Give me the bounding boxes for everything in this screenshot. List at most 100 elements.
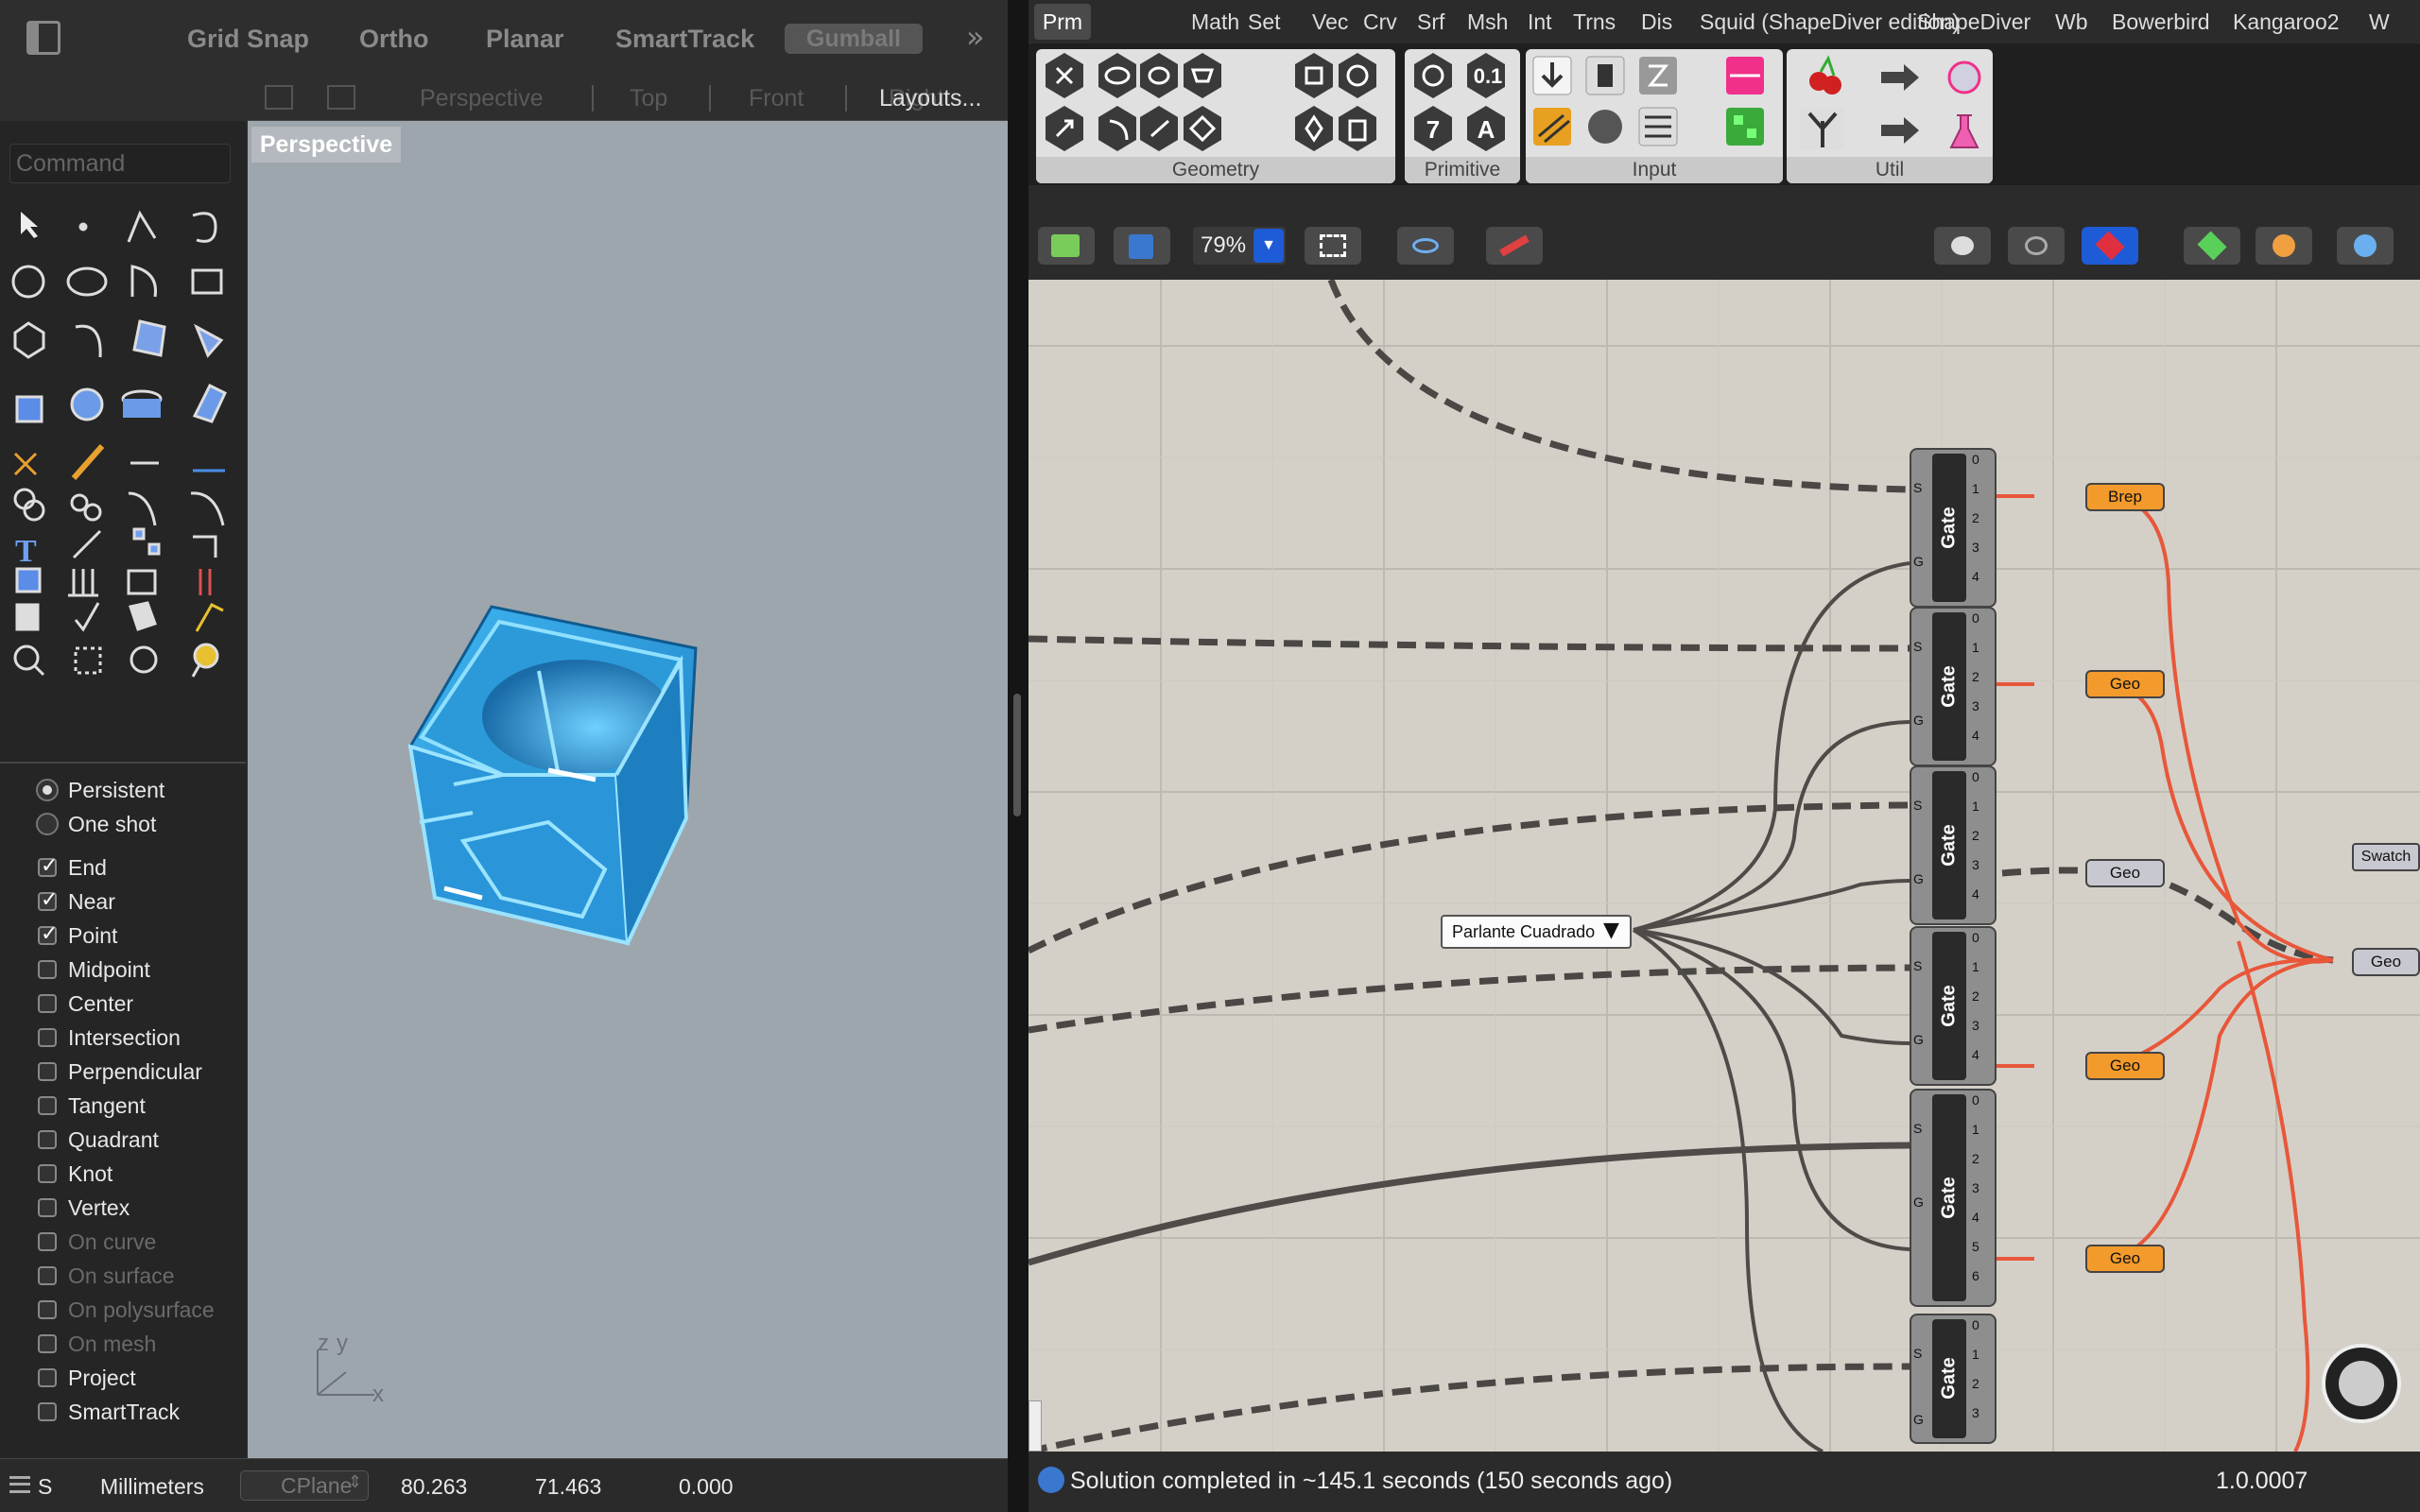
shaded-preview-button[interactable]	[2082, 227, 2138, 265]
tab-menu-item[interactable]: Dis	[1641, 8, 1672, 36]
gate-output-port[interactable]: 1	[1972, 1347, 1979, 1362]
gate-input-g[interactable]: G	[1913, 1412, 1924, 1427]
osnap-checkbox[interactable]	[38, 960, 57, 979]
gate-output-port[interactable]: 0	[1972, 769, 1979, 784]
gumball-toggle[interactable]: Gumball	[785, 24, 923, 54]
gate-output-port[interactable]: 1	[1972, 640, 1979, 655]
osnap-mode-label[interactable]: One shot	[68, 809, 156, 839]
gate-output-port[interactable]: 2	[1972, 510, 1979, 525]
gate-output-port[interactable]: 3	[1972, 698, 1979, 713]
planar-toggle[interactable]: Planar	[486, 21, 564, 57]
dropdown-arrow-icon[interactable]: ▼	[1603, 919, 1619, 942]
tab-menu-item[interactable]: Vec	[1312, 8, 1348, 36]
gate-output-port[interactable]: 0	[1972, 930, 1979, 945]
gate-output-port[interactable]: 1	[1972, 799, 1979, 814]
viewport-label[interactable]: Perspective	[251, 127, 401, 163]
osnap-checkbox[interactable]	[38, 1062, 57, 1081]
material-button[interactable]	[2256, 227, 2312, 265]
gate-output-port[interactable]: 3	[1972, 1180, 1979, 1195]
gate-output-port[interactable]: 2	[1972, 669, 1979, 684]
render-button[interactable]	[2337, 227, 2394, 265]
tab-menu-item[interactable]: Math	[1191, 8, 1239, 36]
osnap-checkbox[interactable]	[38, 888, 58, 912]
tab-menu-item[interactable]: Msh	[1467, 8, 1508, 36]
gate-output-port[interactable]: 0	[1972, 1092, 1979, 1108]
cube-model[interactable]	[397, 595, 700, 954]
osnap-checkbox[interactable]	[38, 1164, 57, 1183]
osnap-checkbox[interactable]	[38, 1198, 57, 1217]
param-geo-output[interactable]: Geo	[2352, 948, 2420, 976]
sketch-button[interactable]	[1486, 227, 1543, 265]
osnap-checkbox[interactable]	[38, 854, 58, 878]
preview-eye-button[interactable]	[1397, 227, 1454, 265]
layouts-button[interactable]: Layouts...	[879, 83, 981, 113]
info-icon[interactable]	[1038, 1467, 1064, 1493]
gate-input-s[interactable]: S	[1913, 639, 1922, 654]
tab-prm[interactable]: Prm	[1034, 4, 1091, 40]
gate-output-port[interactable]: 4	[1972, 728, 1979, 743]
gate-output-port[interactable]: 2	[1972, 828, 1979, 843]
param-geo[interactable]: Geo	[2085, 1052, 2165, 1080]
tab-menu-item[interactable]: Bowerbird	[2112, 8, 2210, 36]
gate-output-port[interactable]: 4	[1972, 1047, 1979, 1062]
gate-output-port[interactable]: 2	[1972, 1151, 1979, 1166]
gate-output-port[interactable]: 4	[1972, 1210, 1979, 1225]
canvas-navigator-icon[interactable]	[2322, 1344, 2401, 1423]
tab-menu-item[interactable]: Srf	[1417, 8, 1444, 36]
gate-output-port[interactable]: 2	[1972, 1376, 1979, 1391]
tab-menu-item[interactable]: ShapeDiver	[1917, 8, 2031, 36]
save-button[interactable]	[1114, 227, 1170, 265]
gate-input-g[interactable]: G	[1913, 1194, 1924, 1210]
param-geo-disabled[interactable]: Geo	[2085, 859, 2165, 887]
tab-top[interactable]: Top	[630, 83, 667, 113]
grid-layout-icon[interactable]	[265, 85, 293, 110]
preview-off-button[interactable]	[1934, 227, 1991, 265]
tab-front[interactable]: Front	[749, 83, 804, 113]
osnap-checkbox[interactable]	[38, 1028, 57, 1047]
gate-output-port[interactable]: 3	[1972, 1405, 1979, 1420]
tab-menu-item[interactable]: Kangaroo2	[2233, 8, 2340, 36]
zoom-extents-button[interactable]	[1305, 227, 1361, 265]
gate-output-port[interactable]: 1	[1972, 959, 1979, 974]
gate-input-s[interactable]: S	[1913, 1121, 1922, 1136]
more-chevron-icon[interactable]: »	[966, 19, 985, 55]
layer-indicator[interactable]: S	[38, 1472, 52, 1501]
param-geo[interactable]: Geo	[2085, 670, 2165, 698]
units-label[interactable]: Millimeters	[100, 1472, 204, 1501]
gate-input-s[interactable]: S	[1913, 480, 1922, 495]
gate-input-g[interactable]: G	[1913, 554, 1924, 569]
gate-output-port[interactable]: 3	[1972, 857, 1979, 872]
tab-menu-item[interactable]: Trns	[1573, 8, 1616, 36]
gate-input-s[interactable]: S	[1913, 1346, 1922, 1361]
swatch-component[interactable]: Swatch	[2352, 843, 2420, 871]
tab-menu-item[interactable]: Crv	[1363, 8, 1397, 36]
gate-output-port[interactable]: 3	[1972, 1018, 1979, 1033]
gate-output-port[interactable]: 6	[1972, 1268, 1979, 1283]
open-file-button[interactable]	[1038, 227, 1095, 265]
gate-input-g[interactable]: G	[1913, 1032, 1924, 1047]
osnap-checkbox[interactable]	[38, 1402, 57, 1421]
gate-input-g[interactable]: G	[1913, 713, 1924, 728]
zoom-dropdown-icon[interactable]: ▼	[1253, 229, 1284, 263]
osnap-checkbox[interactable]	[38, 994, 57, 1013]
gh-canvas[interactable]	[1028, 280, 2420, 1452]
osnap-mode-radio[interactable]	[36, 813, 59, 835]
tab-menu-item[interactable]: W	[2369, 8, 2390, 36]
wireframe-button[interactable]	[2008, 227, 2065, 265]
gate-output-port[interactable]: 1	[1972, 1122, 1979, 1137]
osnap-checkbox[interactable]	[38, 1096, 57, 1115]
single-layout-icon[interactable]	[327, 85, 355, 110]
param-geo[interactable]: Geo	[2085, 1245, 2165, 1273]
osnap-checkbox[interactable]	[38, 1368, 57, 1387]
tab-menu-item[interactable]: Int	[1528, 8, 1552, 36]
osnap-mode-label[interactable]: Persistent	[68, 775, 164, 805]
smarttrack-toggle[interactable]: SmartTrack	[615, 21, 754, 57]
gate-output-port[interactable]: 4	[1972, 886, 1979, 902]
gate-input-s[interactable]: S	[1913, 958, 1922, 973]
param-brep[interactable]: Brep	[2085, 483, 2165, 511]
gate-output-port[interactable]: 0	[1972, 1317, 1979, 1332]
tab-perspective[interactable]: Perspective	[420, 83, 544, 113]
gate-output-port[interactable]: 2	[1972, 988, 1979, 1004]
osnap-checkbox[interactable]	[38, 922, 58, 946]
osnap-checkbox[interactable]	[38, 1130, 57, 1149]
